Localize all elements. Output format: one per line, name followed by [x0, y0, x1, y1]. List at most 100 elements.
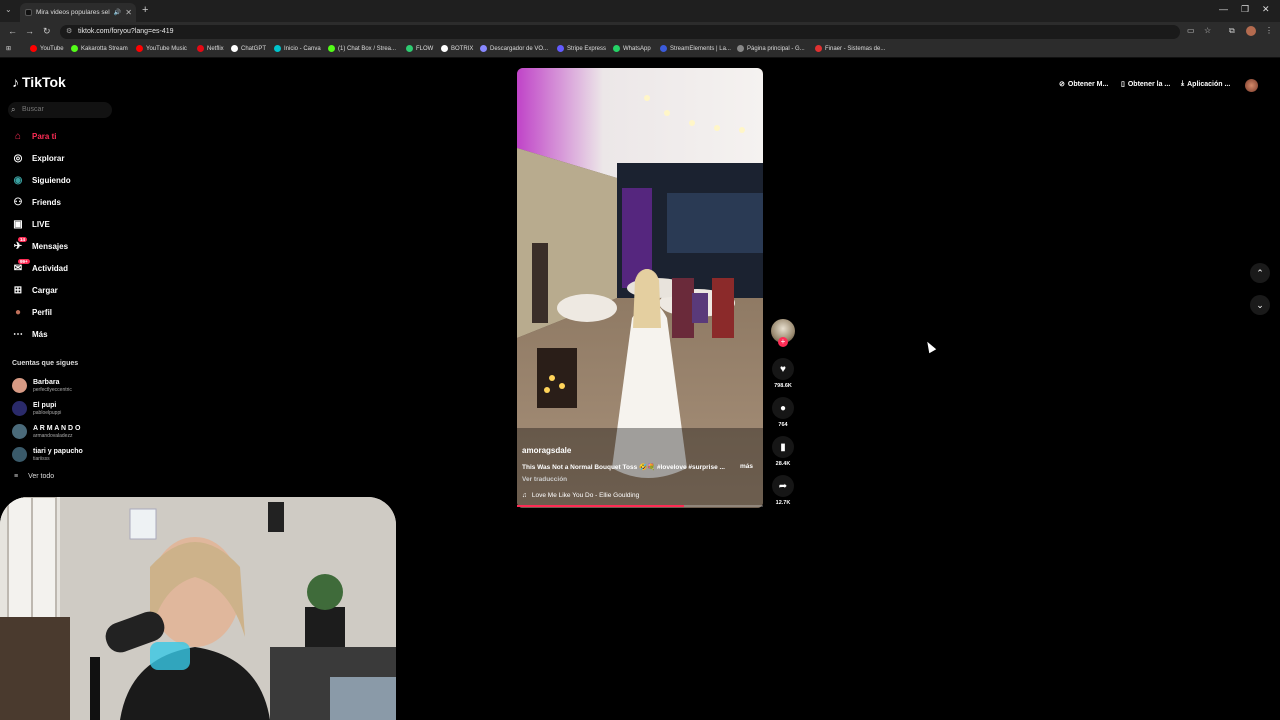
see-all-link[interactable]: ≡ Ver todo: [14, 473, 54, 480]
get-app-button[interactable]: ▯ Obtener la ...: [1121, 80, 1171, 89]
translate-link[interactable]: Ver traducción: [522, 476, 567, 483]
tiktok-logo[interactable]: ♪ TikTok: [12, 74, 66, 90]
next-video-button[interactable]: ⌄: [1250, 295, 1270, 315]
reload-icon[interactable]: ↻: [43, 26, 51, 37]
user-avatar[interactable]: [1245, 79, 1258, 92]
bookmark-item[interactable]: YouTube Music: [136, 45, 187, 52]
account-handle: armandovaladezz: [33, 432, 73, 439]
previous-video-button[interactable]: ⌃: [1250, 263, 1270, 283]
address-toolbar: ← → ↻ ⚙ tiktok.com/foryou?lang=es-419 ▭ …: [0, 22, 1280, 42]
bookmark-item[interactable]: (1) Chat Box / Strea...: [328, 45, 396, 52]
following-account[interactable]: Barbara perfectlyeccentric: [12, 378, 72, 393]
restore-icon[interactable]: ❐: [1241, 4, 1249, 15]
bookmark-item[interactable]: StreamElements | La...: [660, 45, 731, 52]
video-username[interactable]: amoragsdale: [522, 446, 571, 455]
bookmark-favicon-icon: [197, 45, 204, 52]
get-app-label: Obtener la ...: [1127, 80, 1171, 88]
bookmark-item[interactable]: YouTube: [30, 45, 64, 52]
bookmark-favicon-icon: [480, 45, 487, 52]
bookmark-item[interactable]: BOTRIX: [441, 45, 473, 52]
get-coins-button[interactable]: ⊘ Obtener M...: [1059, 80, 1108, 89]
bookmark-label: BOTRIX: [451, 45, 474, 52]
sidebar-item-mensajes[interactable]: ✈ 14 Mensajes: [12, 236, 69, 254]
bookmark-label: (1) Chat Box / Strea...: [338, 45, 397, 52]
bookmark-label: WhatsApp: [623, 45, 651, 52]
comment-action[interactable]: ● 764: [771, 397, 795, 428]
more-icon: ⋯: [13, 328, 23, 340]
back-arrow-icon[interactable]: ←: [8, 26, 17, 36]
logo-text: TikTok: [22, 74, 66, 90]
bookmark-icon[interactable]: ▮: [772, 436, 794, 458]
chrome-menu-icon[interactable]: ⋮: [1265, 26, 1273, 35]
bookmark-item[interactable]: FLOW: [406, 45, 433, 52]
minimize-icon[interactable]: —: [1219, 4, 1228, 14]
sidebar-item-friends[interactable]: ⚇ Friends: [12, 194, 61, 210]
bookmark-item[interactable]: Descargador de VO...: [480, 45, 548, 52]
extensions-icon[interactable]: ⧉: [1229, 26, 1235, 36]
sidebar-item-explorar[interactable]: ◎ Explorar: [12, 150, 65, 166]
cast-icon[interactable]: ▭: [1187, 26, 1195, 35]
bookmark-item[interactable]: ChatGPT: [231, 45, 266, 52]
upload-icon: ⊞: [13, 284, 23, 296]
browser-tab[interactable]: Mira videos populares sele... 🔊 ✕: [20, 3, 136, 22]
heart-icon[interactable]: ♥: [772, 358, 794, 380]
following-account[interactable]: A R M A N D Oarmandovaladezz: [12, 424, 80, 439]
home-icon: ⌂: [14, 130, 22, 142]
notification-badge: 14: [18, 236, 28, 242]
close-tab-icon[interactable]: ✕: [125, 8, 132, 17]
avatar: [12, 378, 27, 393]
live-icon: ▣: [13, 218, 23, 230]
sidebar-item-siguiendo[interactable]: ◉ Siguiendo: [12, 172, 71, 188]
follow-plus-icon[interactable]: +: [778, 337, 788, 347]
avatar: [12, 424, 27, 439]
following-account[interactable]: El pupi pabloelpuppi: [12, 401, 61, 416]
avatar: [12, 447, 27, 462]
tab-search-icon[interactable]: ⌄: [5, 5, 12, 14]
sidebar-item-para-ti[interactable]: ⌂ Para ti: [12, 128, 57, 144]
bookmark-star-icon[interactable]: ☆: [1204, 26, 1211, 35]
following-account[interactable]: tiari y papucho tiariisss: [12, 447, 83, 462]
close-window-icon[interactable]: ✕: [1262, 4, 1270, 15]
like-action[interactable]: ♥ 798.6K: [771, 358, 795, 389]
sidebar-item-perfil[interactable]: ● Perfil: [12, 304, 52, 320]
share-icon[interactable]: ➦: [772, 475, 794, 497]
video-progress-bar[interactable]: [517, 505, 763, 507]
bookmark-label: Finaer - Sistemas de...: [825, 45, 886, 52]
sidebar-item-cargar[interactable]: ⊞ Cargar: [12, 282, 58, 298]
site-info-icon[interactable]: ⚙: [66, 25, 72, 39]
sidebar-item-live[interactable]: ▣ LIVE: [12, 216, 50, 232]
bookmark-item[interactable]: Kakarotta Stream: [71, 45, 128, 52]
desktop-app-label: Aplicación ...: [1187, 80, 1231, 88]
bookmark-item[interactable]: Netflix: [197, 45, 224, 52]
bookmark-item[interactable]: Página principal - G...: [737, 45, 805, 52]
video-more-link[interactable]: más: [740, 463, 753, 470]
browser-profile-avatar[interactable]: [1246, 26, 1256, 36]
bookmark-label: StreamElements | La...: [670, 45, 731, 52]
new-tab-button[interactable]: +: [142, 4, 148, 16]
sidebar-item-más[interactable]: ⋯ Más: [12, 326, 48, 342]
sidebar-item-actividad[interactable]: ✉ 99+ Actividad: [12, 258, 68, 276]
speaker-icon[interactable]: 🔊: [114, 9, 121, 16]
search-placeholder: Buscar: [22, 106, 44, 113]
account-name: Barbara: [33, 378, 60, 386]
account-name: El pupi: [33, 401, 57, 409]
video-music[interactable]: ♫ Love Me Like You Do - Ellie Goulding: [522, 492, 639, 499]
url-field[interactable]: ⚙ tiktok.com/foryou?lang=es-419: [60, 25, 1180, 39]
comment-icon[interactable]: ●: [772, 397, 794, 419]
save-action[interactable]: ▮ 28.4K: [771, 436, 795, 467]
following-icon: ◉: [13, 174, 23, 186]
sidebar-item-label: Explorar: [32, 153, 65, 163]
desktop-app-button[interactable]: ⤓ Aplicación ...: [1181, 80, 1230, 88]
coin-icon: ⊘: [1059, 81, 1065, 88]
video-player[interactable]: [517, 68, 763, 508]
bookmark-item[interactable]: WhatsApp: [613, 45, 651, 52]
sidebar-item-label: Mensajes: [32, 241, 69, 251]
bookmark-item[interactable]: Inicio - Canva: [274, 45, 321, 52]
apps-grid-icon[interactable]: ⊞: [6, 45, 11, 52]
share-action[interactable]: ➦ 12.7K: [771, 475, 795, 506]
search-input[interactable]: ⌕ Buscar: [8, 102, 112, 118]
bookmark-item[interactable]: Finaer - Sistemas de...: [815, 45, 885, 52]
video-progress-fill: [517, 505, 685, 507]
forward-arrow-icon[interactable]: →: [25, 26, 34, 36]
bookmark-item[interactable]: Stripe Express: [557, 45, 606, 52]
